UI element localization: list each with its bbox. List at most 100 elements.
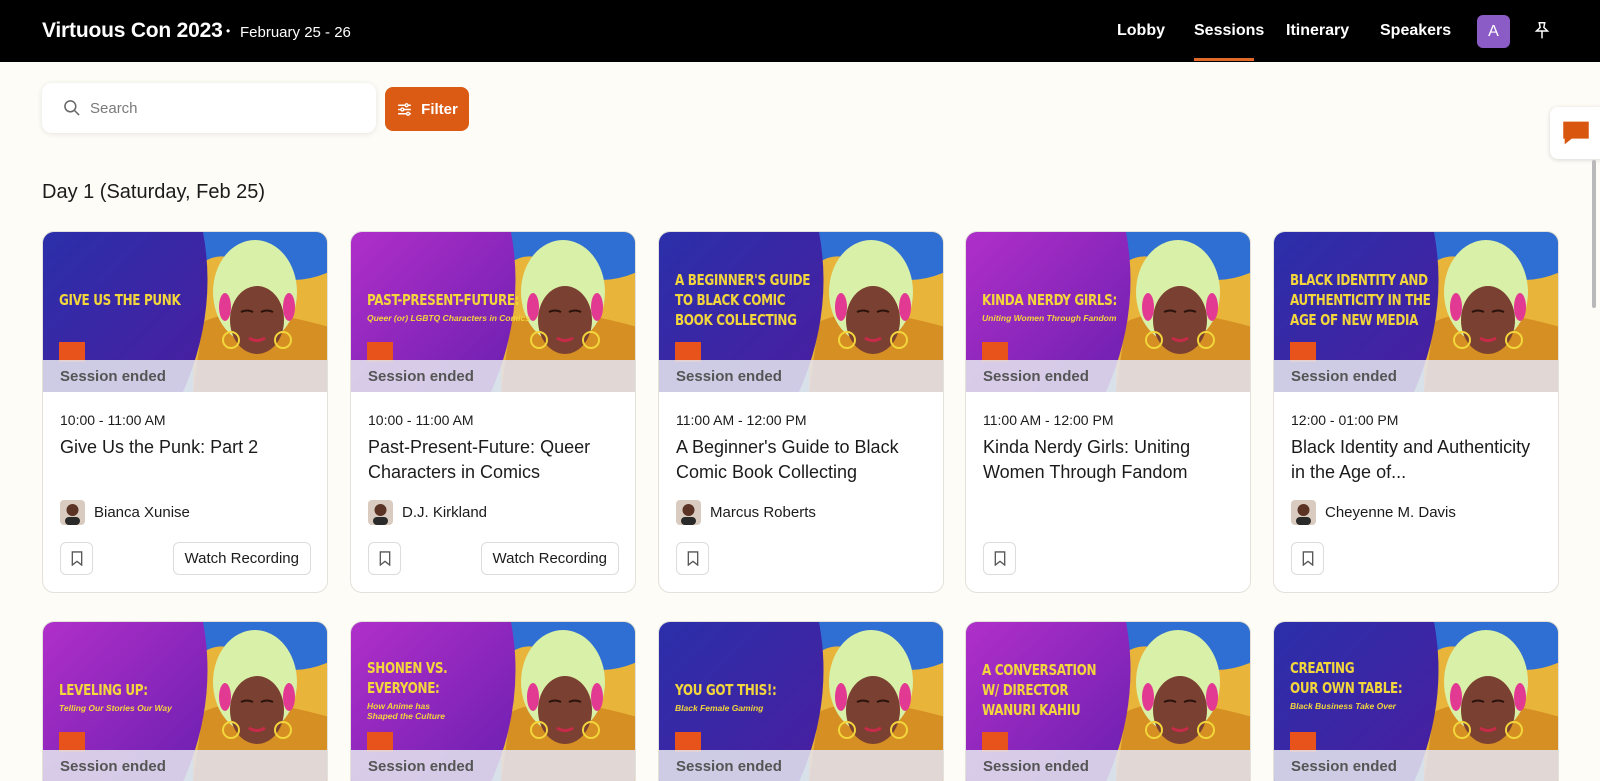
session-status: Session ended — [676, 368, 782, 385]
session-status: Session ended — [60, 368, 166, 385]
poster-title: YOU GOT THIS!: — [675, 681, 777, 699]
session-time: 11:00 AM - 12:00 PM — [676, 412, 807, 428]
user-avatar-button[interactable]: A — [1477, 15, 1510, 48]
session-poster: SHONEN VS. EVERYONE: How Anime has Shape… — [351, 622, 635, 781]
nav-sessions[interactable]: Sessions — [1194, 22, 1264, 40]
poster-subtitle: Black Female Gaming — [675, 703, 764, 713]
filter-button[interactable]: Filter — [385, 87, 469, 131]
chat-icon — [1563, 121, 1589, 145]
bookmark-icon — [71, 551, 82, 566]
bookmark-button[interactable] — [60, 542, 93, 575]
search-box[interactable] — [42, 83, 376, 133]
session-status: Session ended — [676, 758, 782, 775]
event-title[interactable]: Virtuous Con 2023 — [42, 19, 223, 43]
session-title[interactable]: Kinda Nerdy Girls: Uniting Women Through… — [983, 435, 1239, 485]
speaker-name: D.J. Kirkland — [402, 504, 488, 521]
session-card[interactable]: GIVE US THE PUNK Session ended 10:00 - 1… — [42, 231, 328, 593]
speaker-avatar — [676, 500, 701, 525]
nav-itinerary[interactable]: Itinerary — [1286, 22, 1349, 40]
session-card-body: 10:00 - 11:00 AM Give Us the Punk: Part … — [43, 392, 327, 592]
speaker-avatar — [1291, 500, 1316, 525]
poster-subtitle: Queer (or) LGBTQ Characters in Comics — [367, 313, 530, 323]
scrollbar[interactable] — [1592, 160, 1596, 308]
poster-title: SHONEN VS. EVERYONE: — [367, 659, 448, 697]
session-ended-strip: Session ended — [351, 750, 635, 781]
title-separator: • — [226, 24, 231, 38]
bookmark-icon — [1302, 551, 1313, 566]
search-icon — [64, 100, 80, 116]
session-ended-strip: Session ended — [659, 360, 943, 392]
speaker-name: Bianca Xunise — [94, 504, 190, 521]
session-card[interactable]: BLACK IDENTITY AND AUTHENTICITY IN THE A… — [1273, 231, 1559, 593]
session-card[interactable]: SHONEN VS. EVERYONE: How Anime has Shape… — [350, 621, 636, 781]
bookmark-button[interactable] — [983, 542, 1016, 575]
sliders-icon — [398, 102, 412, 116]
session-status: Session ended — [1291, 368, 1397, 385]
session-title[interactable]: Past-Present-Future: Queer Characters in… — [368, 435, 624, 485]
speaker-avatar — [60, 500, 85, 525]
poster-title: A CONVERSATION W/ DIRECTOR WANURI KAHIU — [982, 661, 1097, 719]
session-status: Session ended — [1291, 758, 1397, 775]
pin-icon[interactable] — [1531, 20, 1553, 42]
session-speaker[interactable]: Marcus Roberts — [676, 500, 816, 525]
session-card[interactable]: YOU GOT THIS!: Black Female Gaming Sessi… — [658, 621, 944, 781]
session-status: Session ended — [60, 758, 166, 775]
session-speaker[interactable]: D.J. Kirkland — [368, 500, 487, 525]
session-title[interactable]: Give Us the Punk: Part 2 — [60, 435, 316, 460]
session-time: 10:00 - 11:00 AM — [60, 412, 166, 428]
session-poster: YOU GOT THIS!: Black Female Gaming Sessi… — [659, 622, 943, 781]
poster-title: GIVE US THE PUNK — [59, 291, 181, 309]
poster-subtitle: Uniting Women Through Fandom — [982, 313, 1117, 323]
session-status: Session ended — [983, 368, 1089, 385]
poster-title: KINDA NERDY GIRLS: — [982, 291, 1117, 309]
session-title[interactable]: A Beginner's Guide to Black Comic Book C… — [676, 435, 932, 485]
poster-subtitle: How Anime has Shaped the Culture — [367, 701, 445, 721]
session-poster: PAST-PRESENT-FUTURE: Queer (or) LGBTQ Ch… — [351, 232, 635, 392]
session-speaker[interactable]: Cheyenne M. Davis — [1291, 500, 1456, 525]
session-status: Session ended — [983, 758, 1089, 775]
speaker-avatar — [368, 500, 393, 525]
session-card[interactable]: CREATING OUR OWN TABLE: Black Business T… — [1273, 621, 1559, 781]
poster-title: CREATING OUR OWN TABLE: — [1290, 659, 1403, 697]
watch-recording-button[interactable]: Watch Recording — [172, 542, 311, 575]
session-time: 10:00 - 11:00 AM — [368, 412, 474, 428]
speaker-name: Cheyenne M. Davis — [1325, 504, 1456, 521]
event-dates: February 25 - 26 — [240, 24, 351, 41]
session-poster: A BEGINNER'S GUIDE TO BLACK COMIC BOOK C… — [659, 232, 943, 392]
chat-button[interactable] — [1550, 107, 1600, 159]
session-poster: KINDA NERDY GIRLS: Uniting Women Through… — [966, 232, 1250, 392]
session-poster: LEVELING UP: Telling Our Stories Our Way… — [43, 622, 327, 781]
nav-lobby[interactable]: Lobby — [1117, 22, 1165, 40]
session-card[interactable]: KINDA NERDY GIRLS: Uniting Women Through… — [965, 231, 1251, 593]
active-nav-indicator — [1194, 58, 1254, 61]
poster-title: BLACK IDENTITY AND AUTHENTICITY IN THE A… — [1290, 271, 1431, 329]
session-ended-strip: Session ended — [43, 360, 327, 392]
poster-subtitle: Black Business Take Over — [1290, 701, 1396, 711]
bookmark-icon — [994, 551, 1005, 566]
session-card-body: 11:00 AM - 12:00 PM Kinda Nerdy Girls: U… — [966, 392, 1250, 592]
poster-title: LEVELING UP: — [59, 681, 148, 699]
bookmark-button[interactable] — [368, 542, 401, 575]
session-poster: A CONVERSATION W/ DIRECTOR WANURI KAHIU … — [966, 622, 1250, 781]
bookmark-icon — [687, 551, 698, 566]
session-time: 12:00 - 01:00 PM — [1291, 412, 1399, 428]
session-card-body: 12:00 - 01:00 PM Black Identity and Auth… — [1274, 392, 1558, 592]
session-card-body: 10:00 - 11:00 AM Past-Present-Future: Qu… — [351, 392, 635, 592]
session-card[interactable]: A CONVERSATION W/ DIRECTOR WANURI KAHIU … — [965, 621, 1251, 781]
session-poster: BLACK IDENTITY AND AUTHENTICITY IN THE A… — [1274, 232, 1558, 392]
watch-recording-button[interactable]: Watch Recording — [480, 542, 619, 575]
bookmark-button[interactable] — [676, 542, 709, 575]
session-card[interactable]: A BEGINNER'S GUIDE TO BLACK COMIC BOOK C… — [658, 231, 944, 593]
session-card[interactable]: LEVELING UP: Telling Our Stories Our Way… — [42, 621, 328, 781]
search-input[interactable] — [90, 95, 360, 121]
day-heading: Day 1 (Saturday, Feb 25) — [42, 181, 266, 203]
session-ended-strip: Session ended — [1274, 360, 1558, 392]
top-bar: Virtuous Con 2023 • February 25 - 26 Lob… — [0, 0, 1600, 62]
session-speaker[interactable]: Bianca Xunise — [60, 500, 190, 525]
session-title[interactable]: Black Identity and Authenticity in the A… — [1291, 435, 1547, 485]
session-card[interactable]: PAST-PRESENT-FUTURE: Queer (or) LGBTQ Ch… — [350, 231, 636, 593]
bookmark-button[interactable] — [1291, 542, 1324, 575]
nav-speakers[interactable]: Speakers — [1380, 22, 1451, 40]
poster-title: PAST-PRESENT-FUTURE: — [367, 291, 520, 309]
session-ended-strip: Session ended — [966, 750, 1250, 781]
